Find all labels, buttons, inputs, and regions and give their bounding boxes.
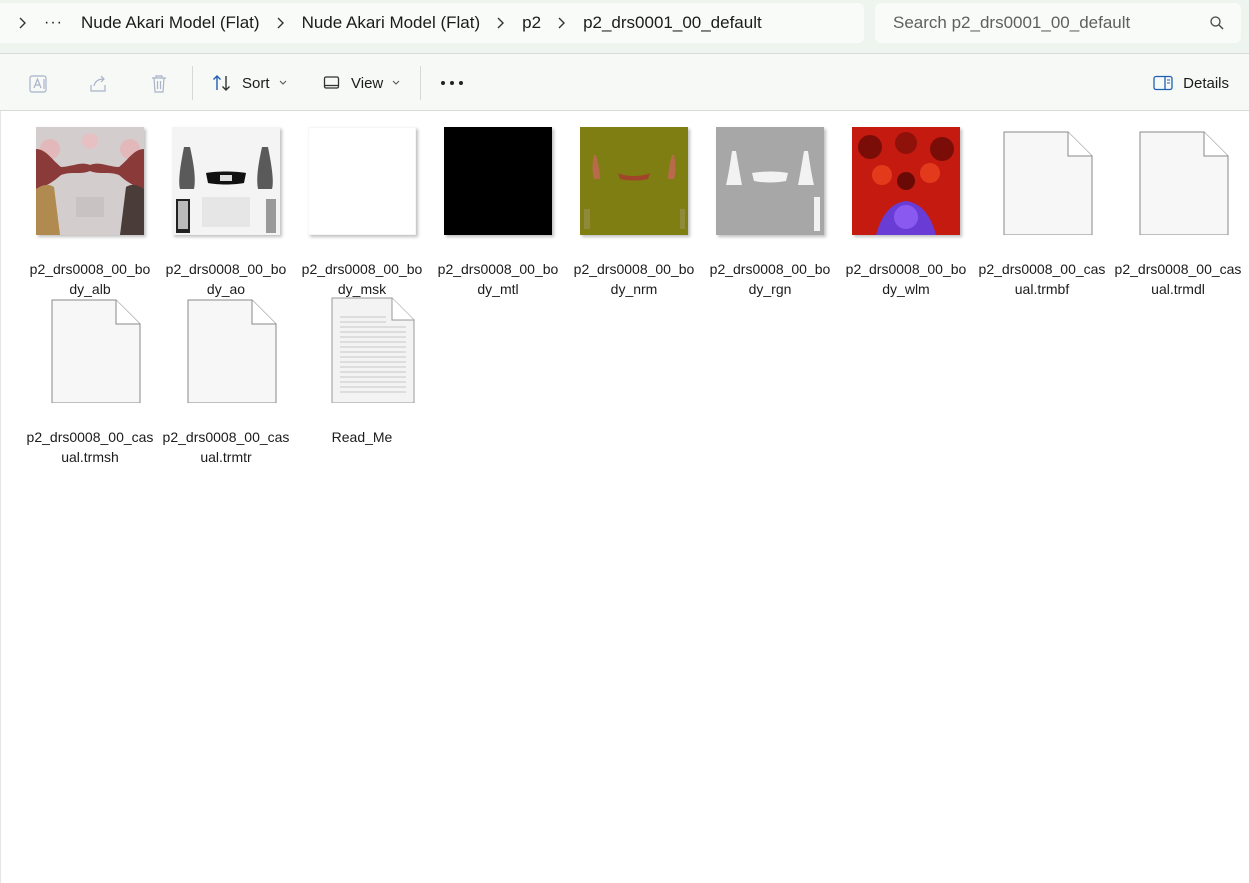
details-pane-icon: [1153, 75, 1173, 91]
file-name: p2_drs0008_00_body_nrm: [573, 261, 695, 297]
view-icon: [323, 76, 340, 89]
share-icon[interactable]: [88, 73, 110, 95]
expand-chevron-icon[interactable]: [0, 17, 38, 29]
sort-icon: [213, 75, 230, 91]
search-icon: [1210, 16, 1224, 30]
image-thumbnail-icon: [580, 127, 688, 235]
blank-file-icon: [51, 299, 141, 403]
chevron-right-icon[interactable]: [547, 17, 577, 29]
file-name: p2_drs0008_00_body_alb: [29, 261, 151, 297]
search-input[interactable]: Search p2_drs0001_00_default: [875, 3, 1241, 43]
breadcrumb-item[interactable]: p2: [516, 13, 547, 33]
rename-icon[interactable]: [28, 73, 50, 95]
sort-button[interactable]: Sort: [212, 66, 297, 100]
file-name: p2_drs0008_00_body_ao: [165, 261, 287, 297]
file-name: p2_drs0008_00_body_mtl: [437, 261, 559, 297]
toolbar-divider: [420, 66, 421, 100]
file-name: Read_Me: [331, 429, 393, 445]
details-label: Details: [1183, 74, 1229, 92]
file-name: p2_drs0008_00_casual.trmbf: [978, 261, 1106, 297]
file-name: p2_drs0008_00_body_msk: [301, 261, 423, 297]
breadcrumb-item[interactable]: Nude Akari Model (Flat): [75, 13, 266, 33]
details-button[interactable]: Details: [1153, 66, 1229, 100]
delete-icon[interactable]: [148, 73, 170, 95]
chevron-right-icon[interactable]: [486, 17, 516, 29]
breadcrumb-item[interactable]: Nude Akari Model (Flat): [296, 13, 487, 33]
file-name: p2_drs0008_00_casual.trmtr: [162, 429, 290, 465]
search-placeholder: Search p2_drs0001_00_default: [893, 13, 1131, 32]
image-thumbnail-icon: [308, 127, 416, 235]
more-options-icon[interactable]: [440, 80, 464, 86]
view-label: View: [351, 74, 384, 92]
command-bar: Sort View Details: [0, 53, 1249, 111]
text-document-icon: [331, 297, 415, 403]
image-thumbnail-icon: [852, 127, 960, 235]
file-grid: p2_drs0008_00_body_alb p2_drs0008_00_bod…: [0, 111, 1249, 883]
blank-file-icon: [187, 299, 277, 403]
file-name: p2_drs0008_00_body_rgn: [709, 261, 831, 297]
file-name: p2_drs0008_00_casual.trmsh: [26, 429, 154, 465]
view-button[interactable]: View: [323, 66, 410, 100]
breadcrumb-overflow-button[interactable]: ···: [38, 14, 75, 32]
image-thumbnail-icon: [172, 127, 280, 235]
file-name: p2_drs0008_00_casual.trmdl: [1114, 261, 1242, 297]
blank-file-icon: [1003, 131, 1093, 235]
chevron-right-icon[interactable]: [266, 17, 296, 29]
file-name: p2_drs0008_00_body_wlm: [845, 261, 967, 297]
image-thumbnail-icon: [716, 127, 824, 235]
image-thumbnail-icon: [36, 127, 144, 235]
toolbar-divider: [192, 66, 193, 100]
sort-label: Sort: [242, 74, 270, 92]
breadcrumb: ··· Nude Akari Model (Flat) Nude Akari M…: [0, 3, 864, 43]
breadcrumb-item-current[interactable]: p2_drs0001_00_default: [577, 13, 768, 33]
address-bar-row: ··· Nude Akari Model (Flat) Nude Akari M…: [0, 0, 1249, 53]
image-thumbnail-icon: [444, 127, 552, 235]
chevron-down-icon: [279, 80, 286, 85]
blank-file-icon: [1139, 131, 1229, 235]
chevron-down-icon: [392, 80, 400, 85]
